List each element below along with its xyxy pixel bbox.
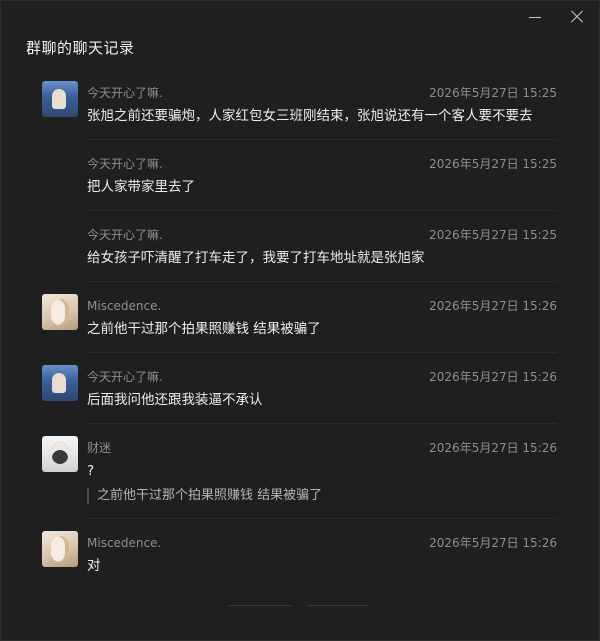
message-text: 给女孩子吓清醒了打车走了，我要了打车地址就是张旭家: [87, 250, 425, 266]
window-title: 群聊的聊天记录: [26, 39, 135, 57]
minimize-icon[interactable]: [527, 9, 543, 25]
message-text: 张旭之前还要骗炮，人家红包女三班刚结束，张旭说还有一个客人要不要去: [87, 108, 533, 124]
message-item: 今天开心了嘛. 2026年5月27日 15:25 张旭之前还要骗炮，人家红包女三…: [42, 69, 557, 140]
avatar[interactable]: [42, 81, 78, 117]
message-timestamp: 2026年5月27日 15:25: [429, 157, 557, 171]
sender-name: 今天开心了嘛.: [87, 370, 163, 384]
message-item: 财迷 2026年5月27日 15:26 ? 之前他干过那个拍果照赚钱 结果被骗了: [42, 424, 557, 519]
message-text: 之前他干过那个拍果照赚钱 结果被骗了: [87, 321, 321, 337]
avatar[interactable]: [42, 365, 78, 401]
sender-name: 今天开心了嘛.: [87, 228, 163, 242]
sender-name: Miscedence.: [87, 535, 162, 550]
avatar[interactable]: [42, 531, 78, 567]
message-list[interactable]: 今天开心了嘛. 2026年5月27日 15:25 张旭之前还要骗炮，人家红包女三…: [1, 69, 600, 589]
message-item: 今天开心了嘛. 2026年5月27日 15:25 给女孩子吓清醒了打车走了，我要…: [87, 211, 557, 282]
message-text: 把人家带家里去了: [87, 179, 195, 195]
message-timestamp: 2026年5月27日 15:26: [429, 370, 557, 384]
scroll-line: [229, 605, 291, 606]
message-text: 对: [87, 558, 101, 574]
scroll-line: [307, 605, 369, 606]
avatar[interactable]: [42, 436, 78, 472]
avatar[interactable]: [42, 294, 78, 330]
chat-history-window: 群聊的聊天记录 今天开心了嘛. 2026年5月27日 15:25 张旭之前还要骗…: [0, 0, 600, 641]
window-controls: [527, 9, 585, 25]
message-item: 今天开心了嘛. 2026年5月27日 15:26 后面我问他还跟我装逼不承认: [42, 353, 557, 424]
sender-name: Miscedence.: [87, 298, 162, 313]
message-item: Miscedence. 2026年5月27日 15:26 之前他干过那个拍果照赚…: [42, 282, 557, 353]
sender-name: 财迷: [87, 441, 112, 455]
message-timestamp: 2026年5月27日 15:26: [429, 536, 557, 550]
message-item: 今天开心了嘛. 2026年5月27日 15:25 把人家带家里去了: [87, 140, 557, 211]
message-text: 后面我问他还跟我装逼不承认: [87, 392, 263, 408]
message-item: Miscedence. 2026年5月27日 15:26 对: [42, 519, 557, 589]
sender-name: 今天开心了嘛.: [87, 157, 163, 171]
message-timestamp: 2026年5月27日 15:25: [429, 86, 557, 100]
scroll-indicator: [229, 605, 369, 606]
quoted-message[interactable]: 之前他干过那个拍果照赚钱 结果被骗了: [87, 488, 557, 504]
sender-name: 今天开心了嘛.: [87, 86, 163, 100]
message-timestamp: 2026年5月27日 15:26: [429, 441, 557, 455]
message-timestamp: 2026年5月27日 15:25: [429, 228, 557, 242]
close-icon[interactable]: [569, 9, 585, 25]
message-timestamp: 2026年5月27日 15:26: [429, 299, 557, 313]
